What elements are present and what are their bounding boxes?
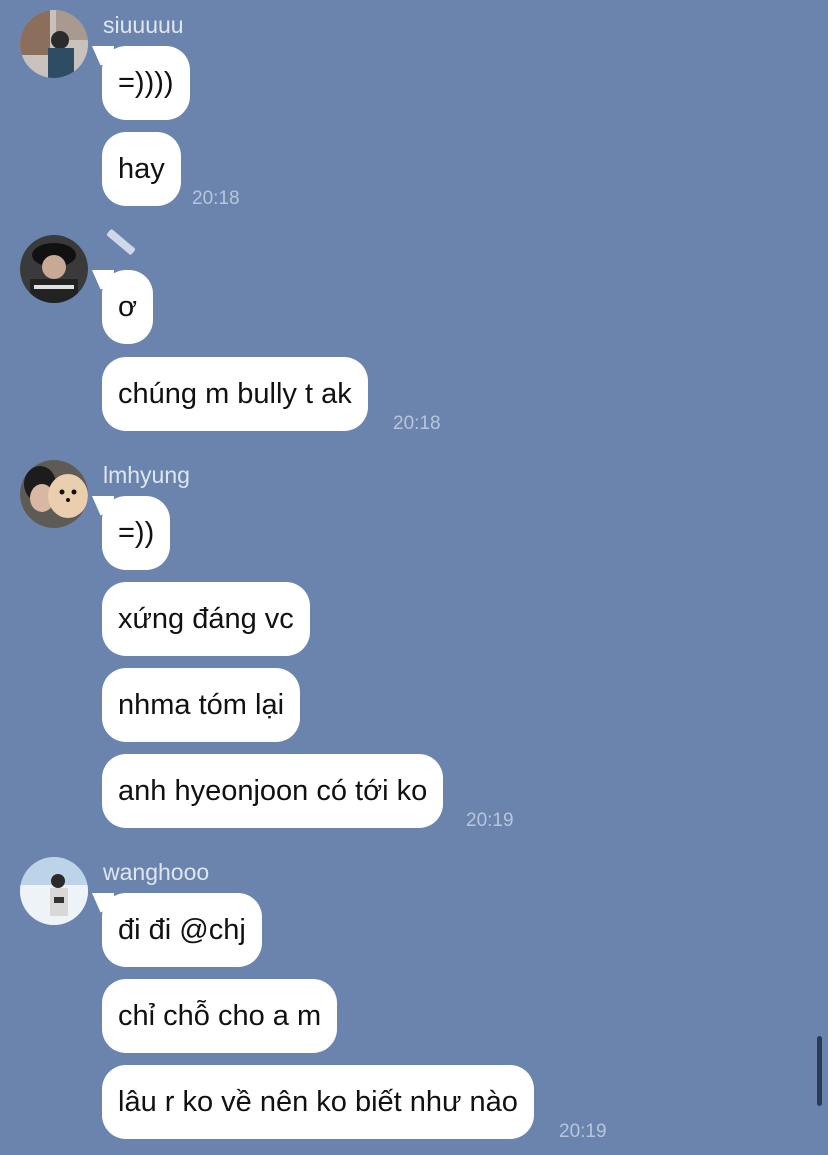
message-bubble[interactable]: ơ [102, 270, 154, 344]
message-timestamp: 20:18 [393, 413, 441, 434]
sender-name[interactable]: siuuuuu [103, 11, 184, 39]
message-bubble[interactable]: chỉ chỗ cho a m [102, 979, 338, 1053]
avatar[interactable] [20, 460, 88, 528]
avatar-image [20, 10, 88, 78]
avatar-image [20, 857, 88, 925]
avatar[interactable] [20, 235, 88, 303]
chat-message-list[interactable]: siuuuuu =)))) hay 20:18 ơ chúng m bully … [0, 0, 828, 1155]
message-bubble[interactable]: xứng đáng vc [102, 582, 310, 656]
sender-name[interactable]: lmhyung [103, 461, 190, 489]
pencil-icon [106, 228, 136, 256]
message-timestamp: 20:19 [559, 1121, 607, 1142]
avatar-image [20, 460, 88, 528]
message-bubble[interactable]: chúng m bully t ak [102, 357, 368, 431]
message-bubble[interactable]: anh hyeonjoon có tới ko [102, 754, 444, 828]
message-bubble[interactable]: =)) [102, 496, 171, 570]
avatar-image [20, 235, 88, 303]
message-timestamp: 20:19 [466, 810, 514, 831]
message-bubble[interactable]: lâu r ko về nên ko biết như nào [102, 1065, 534, 1139]
avatar[interactable] [20, 10, 88, 78]
message-bubble[interactable]: nhma tóm lại [102, 668, 301, 742]
message-bubble[interactable]: đi đi @chj [102, 893, 262, 967]
scrollbar[interactable] [817, 1036, 822, 1106]
sender-name[interactable]: wanghooo [103, 858, 209, 886]
message-timestamp: 20:18 [192, 188, 240, 209]
message-bubble[interactable]: =)))) [102, 46, 190, 120]
message-bubble[interactable]: hay [102, 132, 181, 206]
avatar[interactable] [20, 857, 88, 925]
